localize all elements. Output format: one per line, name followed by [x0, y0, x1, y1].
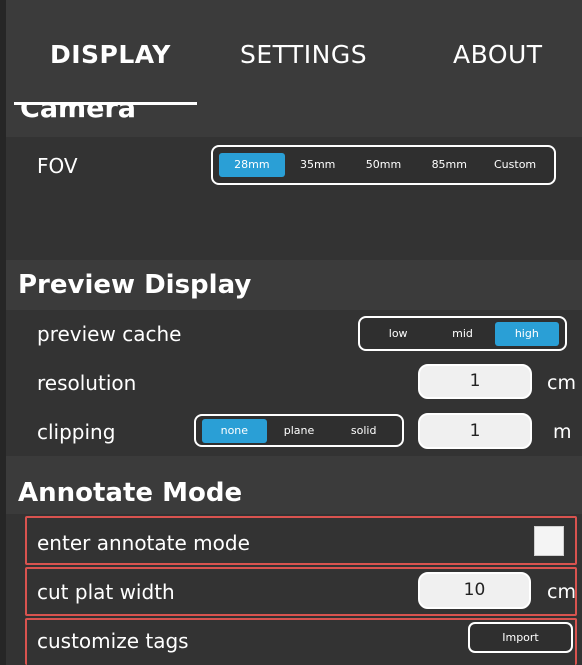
fov-row: FOV 28mm 35mm 50mm 85mm Custom [6, 137, 582, 194]
fov-option-28mm[interactable]: 28mm [219, 153, 285, 177]
preview-display-title: Preview Display [18, 270, 252, 300]
tab-display[interactable]: DISPLAY [50, 40, 171, 69]
camera-section-title: Camera [20, 104, 137, 124]
fov-option-35mm[interactable]: 35mm [285, 153, 351, 177]
enter-annotate-mode-row[interactable]: enter annotate mode [25, 516, 577, 565]
tab-about[interactable]: ABOUT [453, 40, 543, 69]
clipping-option-solid[interactable]: solid [331, 419, 396, 443]
preview-cache-segmented-control[interactable]: low mid high [358, 316, 567, 351]
cut-plat-width-input[interactable]: 10 [418, 572, 531, 609]
resolution-unit: cm [547, 372, 576, 394]
enter-annotate-mode-checkbox[interactable] [534, 526, 564, 556]
fov-segmented-control[interactable]: 28mm 35mm 50mm 85mm Custom [211, 145, 556, 185]
resolution-label: resolution [37, 371, 137, 395]
preview-display-group: preview cache low mid high resolution 1 … [6, 310, 582, 456]
cut-plat-width-label: cut plat width [37, 580, 175, 604]
clipping-label: clipping [37, 420, 116, 444]
clipping-option-plane[interactable]: plane [267, 419, 332, 443]
clipping-input[interactable]: 1 [418, 413, 532, 449]
fov-option-85mm[interactable]: 85mm [416, 153, 482, 177]
customize-tags-label: customize tags [37, 629, 189, 653]
tab-settings[interactable]: SETTINGS [240, 40, 367, 69]
clipping-segmented-control[interactable]: none plane solid [194, 414, 404, 447]
settings-panel: DISPLAY SETTINGS ABOUT Camera FOV 28mm 3… [0, 0, 582, 665]
cut-plat-width-row: cut plat width 10 cm [25, 567, 577, 616]
cut-plat-width-unit: cm [547, 581, 576, 603]
customize-tags-row: customize tags Import [25, 618, 577, 665]
annotate-mode-title: Annotate Mode [18, 478, 243, 508]
clipping-unit: m [553, 421, 572, 443]
enter-annotate-mode-label: enter annotate mode [37, 531, 250, 555]
fov-option-50mm[interactable]: 50mm [351, 153, 417, 177]
preview-cache-option-low[interactable]: low [366, 322, 430, 346]
clipping-option-none[interactable]: none [202, 418, 267, 443]
fov-label: FOV [37, 154, 78, 178]
preview-cache-label: preview cache [37, 322, 182, 346]
resolution-input[interactable]: 1 [418, 364, 532, 399]
preview-cache-option-mid[interactable]: mid [430, 322, 494, 346]
preview-cache-option-high[interactable]: high [494, 321, 559, 346]
spacer-row [6, 194, 582, 260]
tab-bar: DISPLAY SETTINGS ABOUT [6, 0, 582, 110]
import-tags-button[interactable]: Import [468, 622, 573, 653]
fov-option-custom[interactable]: Custom [482, 153, 548, 177]
